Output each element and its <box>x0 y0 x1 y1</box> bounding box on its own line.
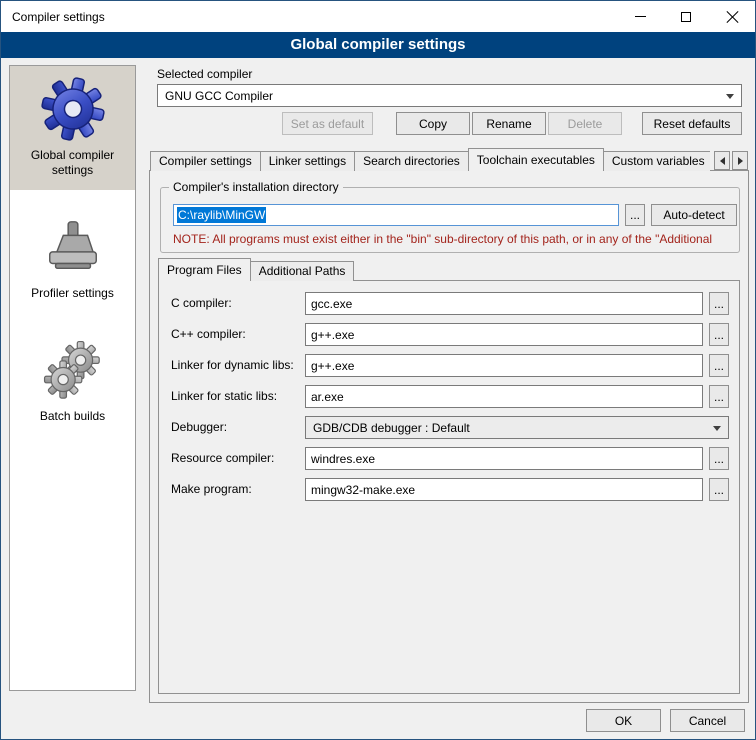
sidebar-item-profiler-settings[interactable]: Profiler settings <box>10 204 135 313</box>
cpp-compiler-label: C++ compiler: <box>171 327 246 341</box>
sidebar-item-label: Global compiler settings <box>12 148 133 178</box>
close-icon <box>725 10 739 24</box>
cancel-button[interactable]: Cancel <box>670 709 745 732</box>
make-program-label: Make program: <box>171 482 252 496</box>
compiler-settings-window: Compiler settings Global compiler settin… <box>0 0 756 740</box>
c-compiler-label: C compiler: <box>171 296 232 310</box>
debugger-row: Debugger: GDB/CDB debugger : Default <box>159 416 739 439</box>
installation-directory-browse-button[interactable]: ... <box>625 204 645 226</box>
selected-compiler-label: Selected compiler <box>157 67 252 81</box>
c-compiler-row: C compiler: ... <box>159 292 739 315</box>
ok-button[interactable]: OK <box>586 709 661 732</box>
program-tabs: Program Files Additional Paths <box>158 260 353 281</box>
minimize-button[interactable] <box>617 1 663 32</box>
set-as-default-button: Set as default <box>282 112 373 135</box>
maximize-icon <box>681 12 691 22</box>
installation-directory-group: Compiler's installation directory C:\ray… <box>160 187 740 253</box>
static-linker-label: Linker for static libs: <box>171 389 277 403</box>
c-compiler-input[interactable] <box>305 292 703 315</box>
window-title: Compiler settings <box>1 1 617 32</box>
sidebar: Global compiler settings Profiler settin… <box>9 65 136 691</box>
resource-compiler-label: Resource compiler: <box>171 451 274 465</box>
dynamic-linker-browse-button[interactable]: ... <box>709 354 729 377</box>
cpp-compiler-browse-button[interactable]: ... <box>709 323 729 346</box>
tab-linker-settings[interactable]: Linker settings <box>260 151 355 171</box>
debugger-select[interactable]: GDB/CDB debugger : Default <box>305 416 729 439</box>
resource-compiler-row: Resource compiler: ... <box>159 447 739 470</box>
bin-subdirectory-note: NOTE: All programs must exist either in … <box>173 232 739 246</box>
tab-custom-variables[interactable]: Custom variables <box>603 151 710 171</box>
batch-builds-icon <box>12 337 133 403</box>
tab-scroll-left-button[interactable] <box>714 151 730 170</box>
chevron-down-icon <box>713 426 721 431</box>
titlebar[interactable]: Compiler settings <box>1 1 755 32</box>
arrow-right-icon <box>738 157 743 165</box>
cpp-compiler-row: C++ compiler: ... <box>159 323 739 346</box>
static-linker-input[interactable] <box>305 385 703 408</box>
c-compiler-browse-button[interactable]: ... <box>709 292 729 315</box>
tab-program-files[interactable]: Program Files <box>158 258 251 281</box>
profiler-icon <box>12 214 133 280</box>
installation-directory-group-title: Compiler's installation directory <box>169 180 343 194</box>
compiler-select-value: GNU GCC Compiler <box>165 89 273 103</box>
copy-button[interactable]: Copy <box>396 112 470 135</box>
toolchain-executables-panel: Compiler's installation directory C:\ray… <box>149 170 749 703</box>
debugger-select-value: GDB/CDB debugger : Default <box>313 421 470 435</box>
close-button[interactable] <box>709 1 755 32</box>
tab-compiler-settings[interactable]: Compiler settings <box>150 151 261 171</box>
sidebar-item-label: Profiler settings <box>12 286 133 301</box>
tab-search-directories[interactable]: Search directories <box>354 151 469 171</box>
debugger-label: Debugger: <box>171 420 227 434</box>
sidebar-item-global-compiler-settings[interactable]: Global compiler settings <box>10 66 135 190</box>
sidebar-item-batch-builds[interactable]: Batch builds <box>10 327 135 436</box>
cpp-compiler-input[interactable] <box>305 323 703 346</box>
maximize-button[interactable] <box>663 1 709 32</box>
resource-compiler-input[interactable] <box>305 447 703 470</box>
auto-detect-button[interactable]: Auto-detect <box>651 204 737 226</box>
dialog-banner: Global compiler settings <box>1 32 755 58</box>
sidebar-item-label: Batch builds <box>12 409 133 424</box>
selected-text: C:\raylib\MinGW <box>177 207 266 223</box>
delete-button: Delete <box>548 112 622 135</box>
arrow-left-icon <box>720 157 725 165</box>
tab-scroll-right-button[interactable] <box>732 151 748 170</box>
static-linker-browse-button[interactable]: ... <box>709 385 729 408</box>
make-program-browse-button[interactable]: ... <box>709 478 729 501</box>
minimize-icon <box>635 16 646 17</box>
reset-defaults-button[interactable]: Reset defaults <box>642 112 742 135</box>
dynamic-linker-input[interactable] <box>305 354 703 377</box>
make-program-row: Make program: ... <box>159 478 739 501</box>
tab-toolchain-executables[interactable]: Toolchain executables <box>468 148 604 171</box>
dynamic-linker-label: Linker for dynamic libs: <box>171 358 294 372</box>
installation-directory-input[interactable]: C:\raylib\MinGW <box>173 204 619 226</box>
resource-compiler-browse-button[interactable]: ... <box>709 447 729 470</box>
compiler-select[interactable]: GNU GCC Compiler <box>157 84 742 107</box>
static-linker-row: Linker for static libs: ... <box>159 385 739 408</box>
tab-additional-paths[interactable]: Additional Paths <box>250 261 355 281</box>
chevron-down-icon <box>726 94 734 99</box>
make-program-input[interactable] <box>305 478 703 501</box>
gear-icon <box>12 76 133 142</box>
rename-button[interactable]: Rename <box>472 112 546 135</box>
dynamic-linker-row: Linker for dynamic libs: ... <box>159 354 739 377</box>
program-files-panel: C compiler: ... C++ compiler: ... Linker… <box>158 280 740 694</box>
settings-tabs: Compiler settings Linker settings Search… <box>150 148 710 171</box>
